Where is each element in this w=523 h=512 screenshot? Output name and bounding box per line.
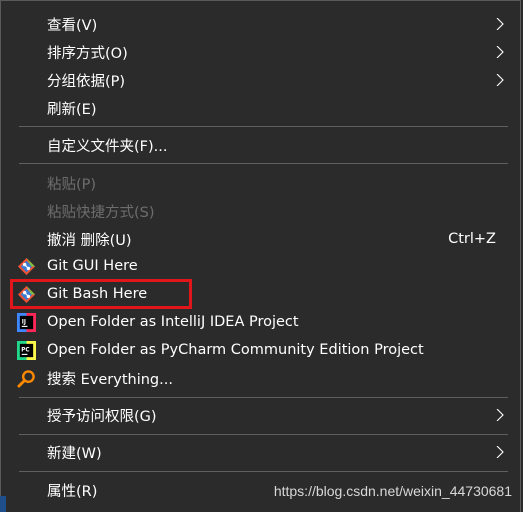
git-icon bbox=[17, 285, 36, 304]
menu-item-label: 分组依据(P) bbox=[47, 73, 126, 90]
menu-item-grant-access[interactable]: 授予访问权限(G) bbox=[1, 401, 520, 429]
menu-item-sort[interactable]: 排序方式(O) bbox=[1, 38, 520, 66]
watermark: https://blog.csdn.net/weixin_44730681 bbox=[273, 483, 512, 499]
chevron-right-icon bbox=[496, 446, 504, 458]
menu-item-view[interactable]: 查看(V) bbox=[1, 10, 520, 38]
menu-item-open-intellij[interactable]: IJ Open Folder as IntelliJ IDEA Project bbox=[1, 308, 520, 336]
menu-item-label: 粘贴快捷方式(S) bbox=[47, 204, 155, 221]
intellij-icon: IJ bbox=[17, 313, 36, 332]
menu-item-paste: 粘贴(P) bbox=[1, 169, 520, 197]
menu-item-open-pycharm[interactable]: PC Open Folder as PyCharm Community Edit… bbox=[1, 336, 520, 364]
menu-item-label: 撤消 删除(U) bbox=[47, 232, 132, 249]
menu-item-label: Open Folder as PyCharm Community Edition… bbox=[47, 342, 424, 358]
svg-text:PC: PC bbox=[21, 347, 29, 353]
menu-item-label: 新建(W) bbox=[47, 445, 102, 462]
menu-item-label: 粘贴(P) bbox=[47, 176, 97, 193]
menu-item-undo-delete[interactable]: 撤消 删除(U) Ctrl+Z bbox=[1, 225, 520, 253]
menu-item-label: 属性(R) bbox=[47, 483, 98, 500]
menu-item-search-everything[interactable]: 搜索 Everything... bbox=[1, 364, 520, 392]
menu-item-customize-folder[interactable]: 自定义文件夹(F)... bbox=[1, 131, 520, 159]
chevron-right-icon bbox=[496, 46, 504, 58]
svg-text:IJ: IJ bbox=[22, 319, 26, 325]
menu-item-label: 查看(V) bbox=[47, 17, 98, 34]
taskbar-edge bbox=[0, 496, 6, 512]
menu-separator bbox=[19, 126, 508, 127]
menu-item-git-gui[interactable]: Git GUI Here bbox=[1, 252, 520, 280]
menu-item-label: Git Bash Here bbox=[47, 286, 148, 302]
menu-separator bbox=[19, 471, 508, 472]
chevron-right-icon bbox=[496, 18, 504, 30]
menu-separator bbox=[19, 434, 508, 435]
chevron-right-icon bbox=[496, 409, 504, 421]
menu-item-label: 自定义文件夹(F)... bbox=[47, 138, 168, 155]
menu-item-group[interactable]: 分组依据(P) bbox=[1, 66, 520, 94]
context-menu: 查看(V) 排序方式(O) 分组依据(P) 刷新(E) 自定义文件夹(F)...… bbox=[0, 0, 521, 512]
menu-item-label: 搜索 Everything... bbox=[47, 371, 173, 388]
menu-item-paste-shortcut: 粘贴快捷方式(S) bbox=[1, 197, 520, 225]
menu-separator bbox=[19, 163, 508, 164]
menu-item-label: Open Folder as IntelliJ IDEA Project bbox=[47, 314, 299, 330]
menu-separator bbox=[19, 397, 508, 398]
chevron-right-icon bbox=[496, 74, 504, 86]
menu-item-git-bash[interactable]: Git Bash Here bbox=[1, 280, 520, 308]
menu-item-label: 授予访问权限(G) bbox=[47, 408, 157, 425]
menu-item-label: Git GUI Here bbox=[47, 258, 138, 274]
menu-item-refresh[interactable]: 刷新(E) bbox=[1, 94, 520, 122]
menu-item-new[interactable]: 新建(W) bbox=[1, 438, 520, 466]
git-icon bbox=[17, 257, 36, 276]
pycharm-icon: PC bbox=[17, 341, 36, 360]
menu-item-shortcut: Ctrl+Z bbox=[448, 231, 496, 247]
search-icon bbox=[17, 370, 35, 388]
menu-item-label: 排序方式(O) bbox=[47, 45, 128, 62]
menu-item-label: 刷新(E) bbox=[47, 101, 97, 118]
